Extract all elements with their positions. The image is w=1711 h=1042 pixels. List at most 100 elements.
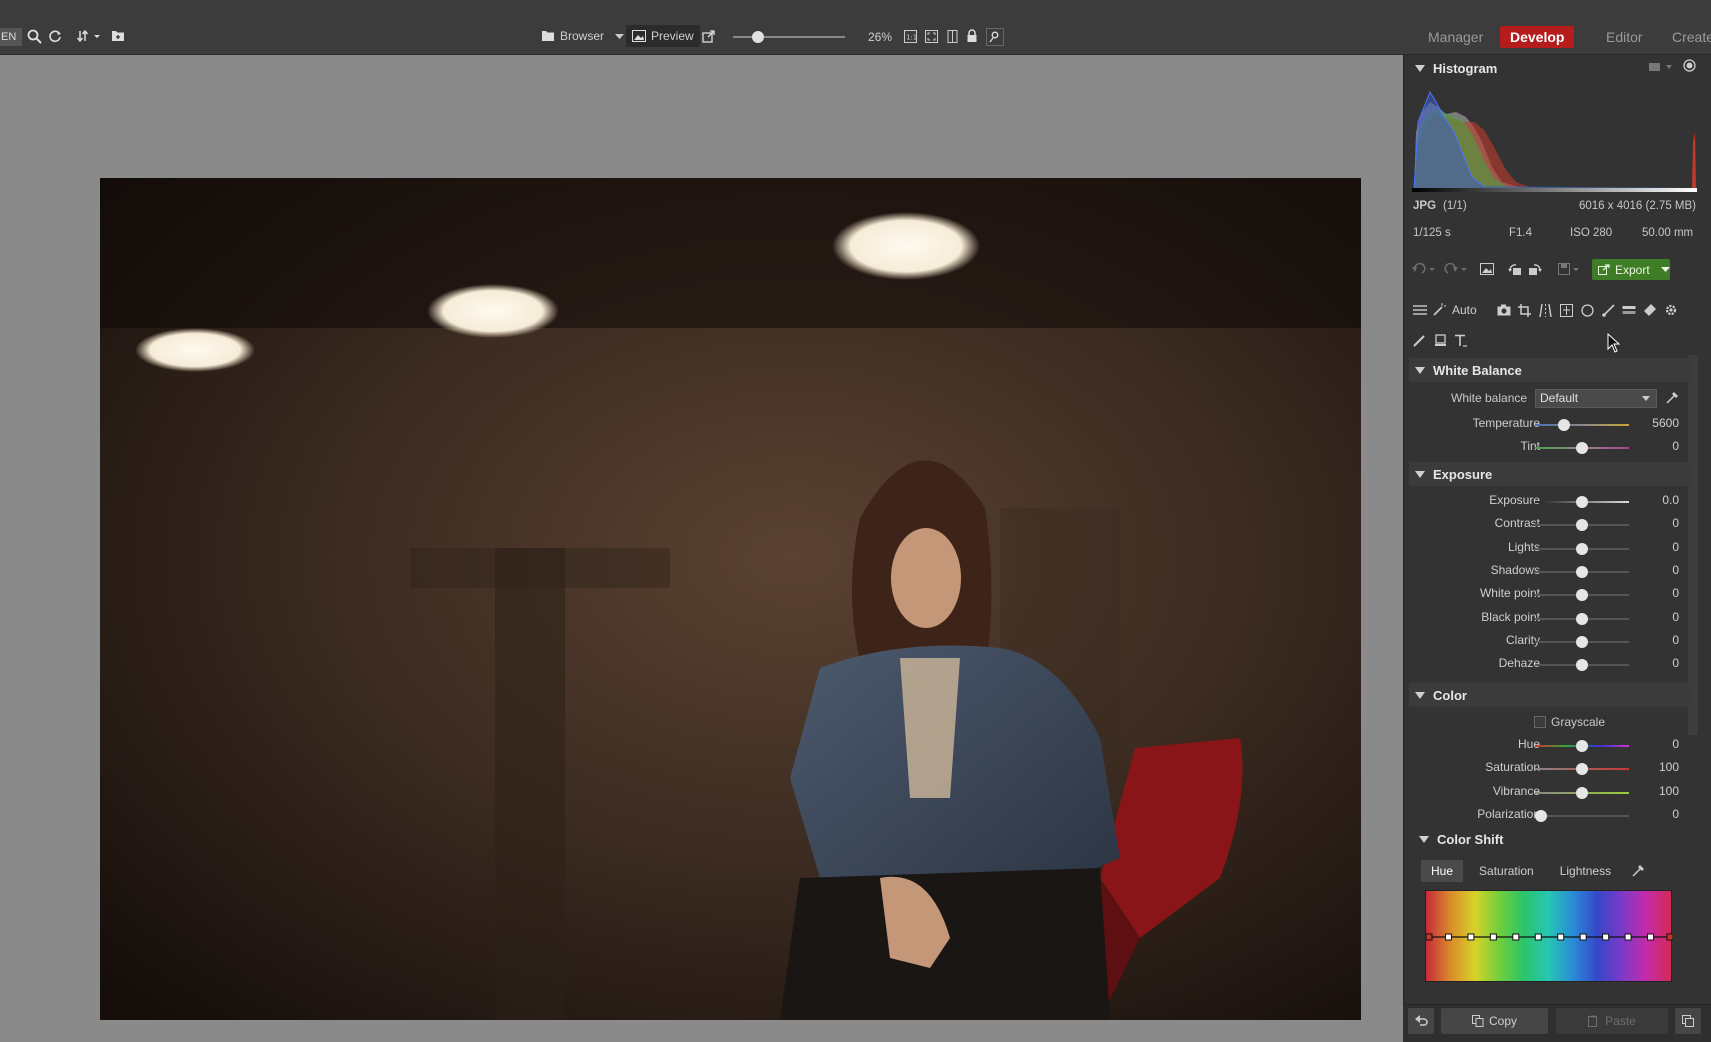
temperature-slider[interactable] xyxy=(1535,424,1629,426)
color-shift-point[interactable] xyxy=(1647,933,1655,941)
color-shift-point[interactable] xyxy=(1666,933,1674,941)
color-shift-curve[interactable] xyxy=(1425,890,1674,983)
copy-settings-button[interactable] xyxy=(1675,1008,1701,1034)
exposure-header[interactable]: Exposure xyxy=(1409,462,1691,486)
tab-manager[interactable]: Manager xyxy=(1418,26,1493,48)
black-point-value[interactable]: 0 xyxy=(1672,610,1679,624)
contrast-value[interactable]: 0 xyxy=(1672,516,1679,530)
color-shift-point[interactable] xyxy=(1444,933,1452,941)
zoom-1-1-icon[interactable]: 1:1 xyxy=(904,30,917,43)
image-canvas[interactable] xyxy=(0,55,1403,1042)
clarity-slider-thumb[interactable] xyxy=(1576,635,1588,648)
lights-value[interactable]: 0 xyxy=(1672,540,1679,554)
tint-value[interactable]: 0 xyxy=(1672,439,1679,453)
gradient-filter-icon[interactable] xyxy=(1622,304,1636,318)
color-header[interactable]: Color xyxy=(1409,683,1691,707)
collapse-arrow-icon[interactable] xyxy=(1419,835,1429,843)
white-balance-select[interactable]: Default xyxy=(1535,389,1657,408)
black-point-slider-thumb[interactable] xyxy=(1576,612,1588,625)
color-shift-point[interactable] xyxy=(1579,933,1587,941)
reset-button[interactable] xyxy=(1408,1008,1434,1034)
tab-saturation[interactable]: Saturation xyxy=(1469,860,1544,882)
white-point-value[interactable]: 0 xyxy=(1672,586,1679,600)
language-indicator[interactable]: EN xyxy=(0,28,22,46)
vibrance-slider-thumb[interactable] xyxy=(1576,786,1588,799)
color-shift-point[interactable] xyxy=(1512,933,1520,941)
color-shift-point[interactable] xyxy=(1602,933,1610,941)
polarization-slider[interactable] xyxy=(1535,814,1629,817)
undo-icon[interactable] xyxy=(1412,262,1436,277)
hue-value[interactable]: 0 xyxy=(1672,737,1679,751)
eyedropper-icon[interactable] xyxy=(1666,391,1679,406)
color-shift-point[interactable] xyxy=(1534,933,1542,941)
external-window-icon[interactable] xyxy=(702,30,715,43)
lock-icon[interactable] xyxy=(966,29,978,43)
lights-slider-thumb[interactable] xyxy=(1576,542,1588,555)
redo-icon[interactable] xyxy=(1444,262,1468,277)
color-shift-point[interactable] xyxy=(1467,933,1475,941)
dehaze-value[interactable]: 0 xyxy=(1672,656,1679,670)
tint-slider-thumb[interactable] xyxy=(1576,442,1588,454)
zoom-slider[interactable] xyxy=(733,31,845,43)
lens-correction-icon[interactable] xyxy=(1560,304,1573,319)
collapse-arrow-icon[interactable] xyxy=(1415,691,1425,699)
pen-icon[interactable] xyxy=(1413,334,1426,349)
copy-button[interactable]: Copy xyxy=(1441,1008,1548,1034)
exposure-value[interactable]: 0.0 xyxy=(1662,493,1679,507)
save-icon[interactable] xyxy=(1558,263,1582,277)
white-balance-header[interactable]: White Balance xyxy=(1409,358,1691,382)
compare-icon[interactable] xyxy=(946,30,959,43)
contrast-slider-thumb[interactable] xyxy=(1576,519,1588,532)
hue-slider-thumb[interactable] xyxy=(1576,740,1588,752)
color-shift-point[interactable] xyxy=(1557,933,1565,941)
collapse-arrow-icon[interactable] xyxy=(1415,470,1425,478)
color-shift-point[interactable] xyxy=(1489,933,1497,941)
adjustments-icon[interactable] xyxy=(1413,304,1427,318)
text-tool-icon[interactable] xyxy=(1454,334,1467,349)
saturation-value[interactable]: 100 xyxy=(1659,760,1679,774)
histogram-options-icon[interactable] xyxy=(1649,61,1675,74)
tab-hue[interactable]: Hue xyxy=(1421,860,1464,882)
preview-button[interactable]: Preview xyxy=(626,25,700,47)
temperature-value[interactable]: 5600 xyxy=(1652,416,1679,430)
polarization-value[interactable]: 0 xyxy=(1672,807,1679,821)
radial-filter-icon[interactable] xyxy=(1581,304,1594,319)
clipping-warning-icon[interactable] xyxy=(1683,59,1696,74)
search-icon[interactable] xyxy=(27,29,42,44)
shadows-slider-thumb[interactable] xyxy=(1576,565,1588,578)
refresh-icon[interactable] xyxy=(48,29,62,43)
camera-icon[interactable] xyxy=(1497,304,1511,318)
auto-button[interactable]: Auto xyxy=(1433,303,1477,316)
export-button[interactable]: Export xyxy=(1592,259,1670,280)
perspective-icon[interactable] xyxy=(1539,303,1552,319)
color-shift-eyedropper-icon[interactable] xyxy=(1632,864,1645,879)
tab-lightness[interactable]: Lightness xyxy=(1550,860,1621,882)
dehaze-slider-thumb[interactable] xyxy=(1576,659,1588,672)
color-shift-points[interactable] xyxy=(1425,891,1674,983)
white-point-slider-thumb[interactable] xyxy=(1576,589,1588,602)
paste-button[interactable]: Paste xyxy=(1556,1008,1668,1034)
saturation-slider-thumb[interactable] xyxy=(1576,763,1588,776)
tab-editor[interactable]: Editor xyxy=(1596,26,1653,48)
exposure-slider-thumb[interactable] xyxy=(1576,496,1588,508)
brush-icon[interactable] xyxy=(1602,304,1615,319)
tab-create[interactable]: Create xyxy=(1662,26,1711,48)
folder-add-icon[interactable] xyxy=(111,29,125,42)
clarity-value[interactable]: 0 xyxy=(1672,633,1679,647)
eraser-icon[interactable] xyxy=(1643,304,1656,319)
collapse-arrow-icon[interactable] xyxy=(1415,366,1425,374)
photo-preview[interactable] xyxy=(100,178,1361,1020)
browser-button[interactable]: Browser xyxy=(541,29,604,43)
collapse-arrow-icon[interactable] xyxy=(1415,64,1425,72)
fit-screen-icon[interactable] xyxy=(925,30,938,43)
color-shift-point[interactable] xyxy=(1425,933,1433,941)
crop-icon[interactable] xyxy=(1518,304,1531,319)
browser-dropdown-arrow-icon[interactable] xyxy=(615,34,624,40)
picture-icon[interactable] xyxy=(1480,263,1494,277)
vibrance-value[interactable]: 100 xyxy=(1659,784,1679,798)
polarization-slider-thumb[interactable] xyxy=(1534,809,1547,822)
gear-icon[interactable] xyxy=(1664,303,1678,319)
grayscale-checkbox[interactable] xyxy=(1534,716,1546,728)
rotate-left-icon[interactable] xyxy=(1508,263,1522,278)
temperature-slider-thumb[interactable] xyxy=(1558,419,1571,431)
